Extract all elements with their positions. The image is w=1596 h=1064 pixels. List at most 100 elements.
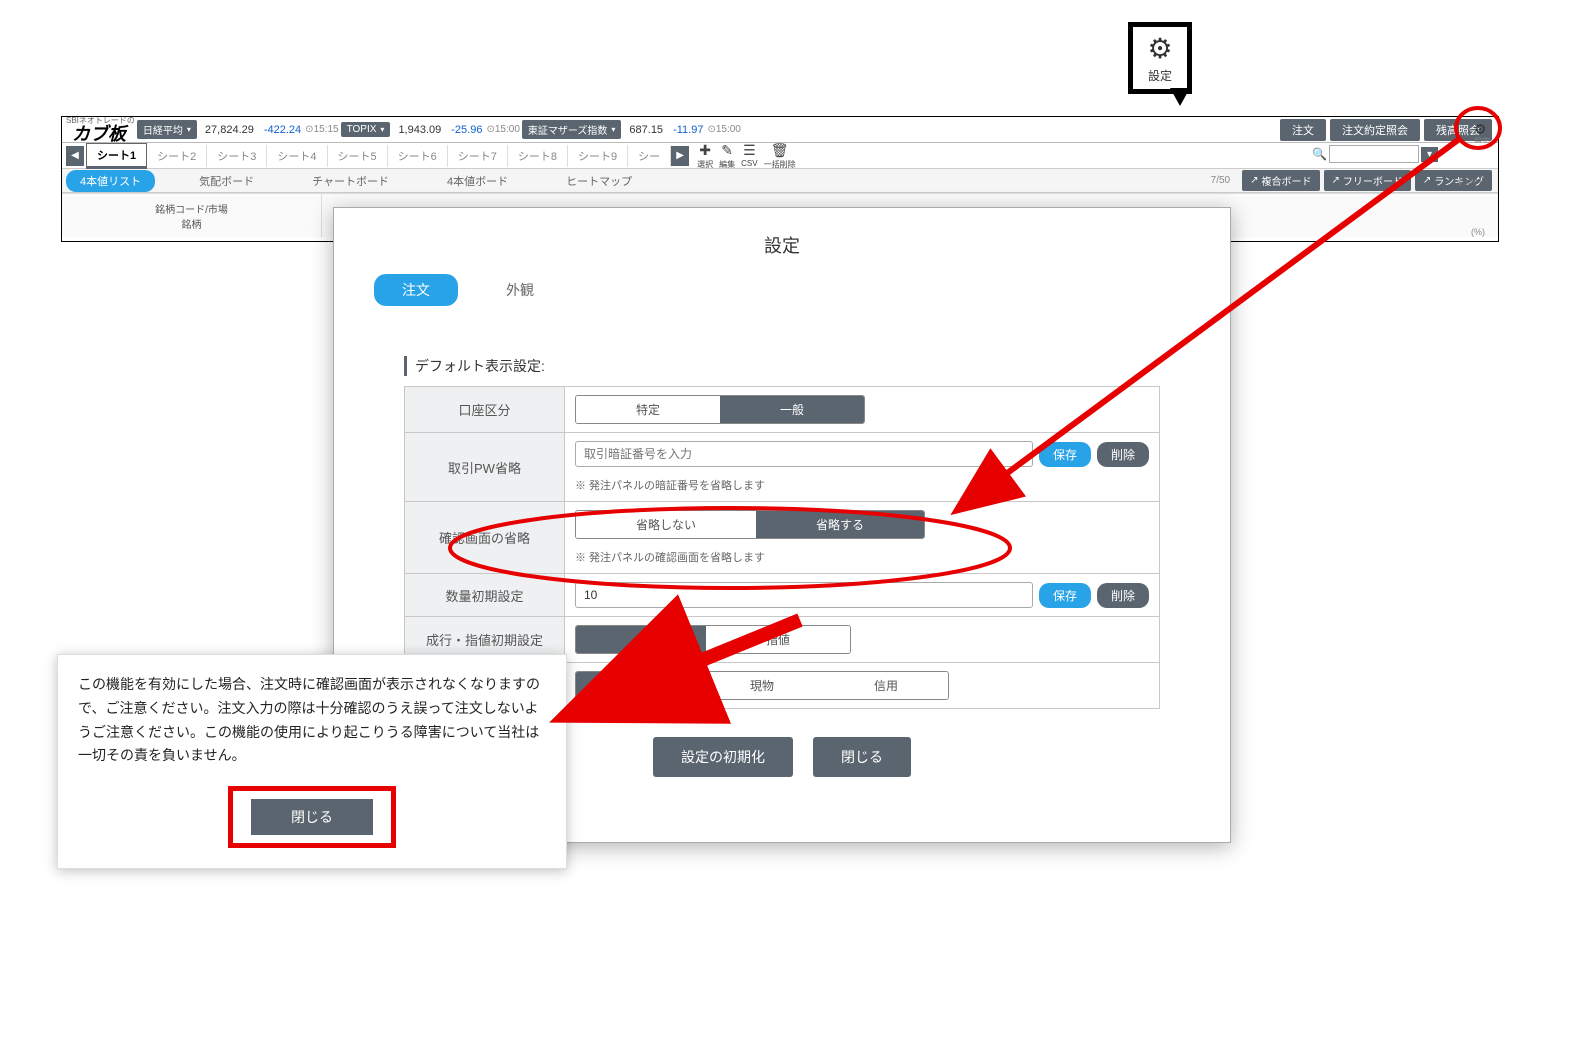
speech-tail [1170, 88, 1190, 106]
index-mothers-change: -11.97 [673, 124, 703, 136]
external-icon: ↗ [1250, 175, 1258, 186]
label-pw-skip: 取引PW省略 [405, 433, 565, 501]
row-pw-skip: 取引PW省略 保存 削除 ※ 発注パネルの暗証番号を省略します [405, 433, 1159, 502]
grid-col-symbol: 銘柄コード/市場 銘柄 [62, 194, 322, 237]
plus-icon: ✚ [699, 142, 711, 159]
fixed-opt-cash[interactable]: 現物 [700, 672, 824, 699]
label-account-type: 口座区分 [405, 387, 565, 432]
sheet-tab-3[interactable]: シート3 [207, 145, 267, 167]
fixed-opt-none[interactable]: なし [576, 672, 700, 699]
sheet-tab-7[interactable]: シート7 [448, 145, 508, 167]
view-row: 4本値リスト 気配ボード チャートボード 4本値ボード ヒートマップ 7/50 … [62, 169, 1498, 193]
sheet-tab-6[interactable]: シート6 [388, 145, 448, 167]
account-opt-tokutei[interactable]: 特定 [576, 396, 720, 423]
index-topix-value: 1,943.09 [398, 124, 441, 136]
qty-delete-button[interactable]: 削除 [1097, 583, 1149, 608]
search-dropdown[interactable]: ▾ [1421, 147, 1438, 162]
warning-close-button[interactable]: 閉じる [251, 799, 373, 835]
qty-save-button[interactable]: 保存 [1039, 583, 1091, 608]
unit-label: 出単位 [1458, 173, 1488, 188]
sheet-prev-arrow[interactable]: ◀ [66, 146, 84, 166]
grid-pct: (%) [1458, 194, 1498, 237]
sheet-tab-9[interactable]: シート9 [568, 145, 628, 167]
sheet-tab-1[interactable]: シート1 [86, 143, 147, 169]
order-button[interactable]: 注文 [1280, 119, 1326, 141]
fixed-opt-margin[interactable]: 信用 [824, 672, 948, 699]
order-history-button[interactable]: 注文約定照会 [1330, 119, 1420, 141]
sheet-tools: ✚選択 ✎編集 ☰CSV 🗑一括削除 [697, 142, 795, 170]
pw-delete-button[interactable]: 削除 [1097, 442, 1149, 467]
index-nikkei-value: 27,824.29 [205, 124, 254, 136]
list-icon: ☰ [743, 142, 756, 159]
search-icon: 🔍 [1312, 147, 1327, 161]
tool-csv[interactable]: ☰CSV [741, 142, 757, 170]
board-free[interactable]: ↗フリーボード [1324, 170, 1411, 191]
confirm-opt-no[interactable]: 省略しない [576, 511, 756, 538]
label-confirm-skip: 確認画面の省略 [405, 502, 565, 573]
toggle-fixed: なし 現物 信用 [575, 671, 949, 700]
board-composite[interactable]: ↗複合ボード [1242, 170, 1319, 191]
tool-delete-all[interactable]: 🗑一括削除 [764, 142, 796, 170]
search-input[interactable] [1329, 145, 1419, 163]
modal-close-button[interactable]: 閉じる [813, 737, 911, 777]
reset-button[interactable]: 設定の初期化 [653, 737, 793, 777]
ordertype-opt-limit[interactable]: 指値 [706, 626, 850, 653]
account-opt-ippan[interactable]: 一般 [720, 396, 864, 423]
pw-save-button[interactable]: 保存 [1039, 442, 1091, 467]
trash-icon: 🗑 [771, 142, 789, 159]
toggle-confirm-skip: 省略しない 省略する [575, 510, 925, 539]
row-qty-default: 数量初期設定 保存 削除 [405, 574, 1159, 617]
gear-icon: ⚙ [1147, 32, 1172, 65]
sheet-tab-10[interactable]: シー [628, 145, 671, 167]
search-wrap: 🔍 ▾ [1312, 145, 1438, 163]
external-icon: ↗ [1332, 175, 1340, 186]
index-nikkei-change: -422.24 [264, 124, 301, 136]
ordertype-opt-market[interactable] [576, 626, 706, 653]
tool-select[interactable]: ✚選択 [697, 142, 713, 170]
tab-order[interactable]: 注文 [374, 274, 458, 306]
index-topix-dropdown[interactable]: TOPIX▾ [341, 122, 391, 137]
view-4value-board[interactable]: 4本値ボード [433, 170, 522, 192]
pw-input[interactable] [575, 441, 1033, 467]
header-top-row: SBIネオトレードの カブ板 日経平均▾ 27,824.29 -422.24 ⊙… [62, 117, 1498, 143]
index-topix-time: ⊙15:00 [486, 124, 519, 135]
pw-note: ※ 発注パネルの暗証番号を省略します [575, 477, 1149, 493]
sheet-tab-4[interactable]: シート4 [267, 145, 327, 167]
sheet-tab-5[interactable]: シート5 [328, 145, 388, 167]
index-mothers-value: 687.15 [629, 124, 663, 136]
index-nikkei-time: ⊙15:15 [305, 124, 338, 135]
index-topix-change: -25.96 [451, 124, 482, 136]
modal-tabs: 注文 外観 [334, 274, 1230, 326]
pencil-icon: ✎ [721, 142, 733, 159]
index-mothers-dropdown[interactable]: 東証マザーズ指数▾ [522, 120, 622, 139]
view-heatmap[interactable]: ヒートマップ [552, 170, 646, 192]
view-chart-board[interactable]: チャートボード [298, 170, 403, 192]
toggle-account-type: 特定 一般 [575, 395, 865, 424]
label-qty-default: 数量初期設定 [405, 574, 565, 616]
confirm-opt-yes[interactable]: 省略する [756, 511, 924, 538]
index-mothers-time: ⊙15:00 [707, 124, 740, 135]
row-confirm-skip: 確認画面の省略 省略しない 省略する ※ 発注パネルの確認画面を省略します [405, 502, 1159, 574]
warning-popup: この機能を有効にした場合、注文時に確認画面が表示されなくなりますので、ご注意くだ… [57, 654, 567, 869]
warning-close-highlight: 閉じる [228, 786, 396, 848]
sheet-tab-8[interactable]: シート8 [508, 145, 568, 167]
warning-text: この機能を有効にした場合、注文時に確認画面が表示されなくなりますので、ご注意くだ… [78, 673, 546, 768]
logo-block: SBIネオトレードの カブ板 [66, 117, 135, 143]
settings-callout-label: 設定 [1148, 67, 1172, 84]
view-quote-board[interactable]: 気配ボード [185, 170, 268, 192]
tab-appearance[interactable]: 外観 [478, 274, 562, 306]
sheet-tab-2[interactable]: シート2 [147, 145, 207, 167]
tool-edit[interactable]: ✎編集 [719, 142, 735, 170]
modal-title: 設定 [334, 208, 1230, 274]
toggle-order-type: 指値 [575, 625, 851, 654]
row-account-type: 口座区分 特定 一般 [405, 387, 1159, 433]
settings-callout: ⚙ 設定 [1128, 22, 1192, 94]
sheet-tabs-row: ◀ シート1 シート2 シート3 シート4 シート5 シート6 シート7 シート… [62, 143, 1498, 169]
section-default-display: デフォルト表示設定: [404, 356, 1230, 376]
sheet-next-arrow[interactable]: ▶ [671, 146, 689, 166]
view-4value-list[interactable]: 4本値リスト [66, 170, 155, 192]
index-nikkei-dropdown[interactable]: 日経平均▾ [137, 120, 197, 139]
view-count: 7/50 [1211, 175, 1230, 186]
external-icon: ↗ [1423, 175, 1431, 186]
qty-input[interactable] [575, 582, 1033, 608]
